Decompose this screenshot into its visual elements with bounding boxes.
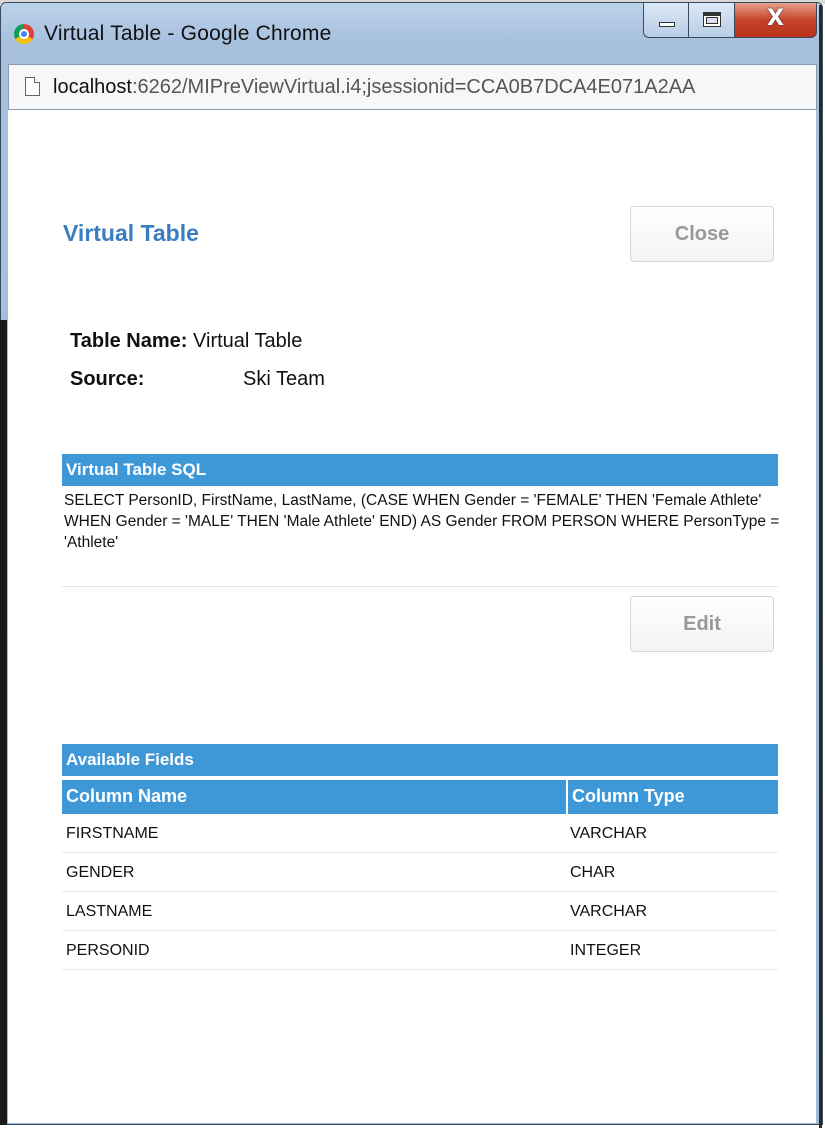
close-icon: X: [767, 6, 784, 31]
field-type: VARCHAR: [570, 903, 648, 920]
url-text[interactable]: localhost:6262/MIPreViewVirtual.i4;jsess…: [53, 76, 813, 99]
minimize-button[interactable]: [643, 2, 689, 38]
source-label: Source:: [70, 368, 145, 390]
table-name-label: Table Name:: [70, 330, 188, 352]
divider: [62, 586, 778, 587]
field-type: INTEGER: [570, 942, 642, 959]
minimize-icon: [659, 22, 675, 27]
sql-text: SELECT PersonID, FirstName, LastName, (C…: [64, 492, 780, 551]
field-name: FIRSTNAME: [66, 825, 159, 842]
table-row: LASTNAME VARCHAR: [62, 892, 778, 931]
table-row: GENDER CHAR: [62, 853, 778, 892]
field-name: PERSONID: [66, 942, 150, 959]
table-row: PERSONID INTEGER: [62, 931, 778, 970]
address-bar[interactable]: localhost:6262/MIPreViewVirtual.i4;jsess…: [8, 64, 817, 110]
field-name: LASTNAME: [66, 903, 153, 920]
sql-section-header: Virtual Table SQL: [62, 454, 778, 486]
maximize-button[interactable]: [689, 2, 735, 38]
page-content: Virtual Table Close Table Name: Virtual …: [8, 110, 816, 1123]
table-row: FIRSTNAME VARCHAR: [62, 814, 778, 853]
edit-button[interactable]: Edit: [630, 596, 774, 652]
source-value: Ski Team: [243, 368, 325, 390]
close-button[interactable]: Close: [630, 206, 774, 262]
window-shadow-edge: [0, 320, 7, 1125]
fields-column-headers: Column Name Column Type: [62, 780, 778, 814]
window-controls: X: [643, 2, 817, 38]
column-separator: [566, 780, 568, 814]
url-host: localhost: [53, 76, 132, 98]
url-path: :6262/MIPreViewVirtual.i4;jsessionid=CCA…: [131, 76, 696, 98]
chrome-icon[interactable]: [14, 24, 34, 44]
maximize-icon: [703, 12, 721, 27]
field-type: CHAR: [570, 864, 616, 881]
column-name-header: Column Name: [66, 786, 188, 806]
source-row: Source: Ski Team: [70, 368, 325, 391]
page-title: Virtual Table: [63, 220, 199, 246]
table-name-row: Table Name: Virtual Table: [70, 330, 302, 353]
window-close-button[interactable]: X: [735, 2, 817, 38]
table-name-value: Virtual Table: [193, 330, 303, 352]
page-icon: [25, 77, 40, 96]
field-type: VARCHAR: [570, 825, 648, 842]
field-name: GENDER: [66, 864, 135, 881]
column-type-header: Column Type: [572, 786, 685, 806]
fields-table-body: FIRSTNAME VARCHAR GENDER CHAR LASTNAME V…: [62, 814, 778, 970]
window-edge: [819, 5, 822, 1128]
fields-section-header: Available Fields: [62, 744, 778, 776]
window-title: Virtual Table - Google Chrome: [44, 22, 332, 45]
